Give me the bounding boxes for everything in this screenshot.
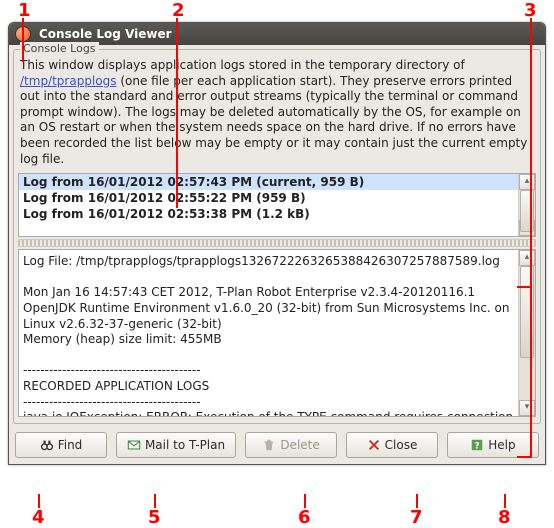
- log-dir-link[interactable]: /tmp/tprapplogs: [20, 74, 117, 88]
- callout-8: 8: [498, 507, 511, 528]
- log-list[interactable]: Log from 16/01/2012 02:57:43 PM (current…: [18, 173, 536, 237]
- list-scrollbar[interactable]: ▴ ▾: [518, 174, 535, 236]
- delete-label: Delete: [280, 438, 319, 452]
- mail-button[interactable]: Mail to T-Plan: [116, 432, 236, 458]
- callout-line: [154, 494, 156, 508]
- log-content-panel: Log File: /tmp/tprapplogs/tprapplogs1326…: [18, 249, 536, 417]
- x-icon: [367, 438, 381, 452]
- button-bar: Find Mail to T-Plan Delete Close: [13, 428, 541, 458]
- scroll-up-icon[interactable]: ▴: [519, 250, 535, 266]
- callout-5: 5: [148, 507, 161, 528]
- callout-4: 4: [32, 507, 45, 528]
- callout-3: 3: [524, 0, 537, 21]
- list-item[interactable]: Log from 16/01/2012 02:57:43 PM (current…: [19, 174, 518, 190]
- callout-7: 7: [410, 507, 423, 528]
- svg-text:?: ?: [475, 442, 480, 452]
- console-logs-group: Console Logs This window displays applic…: [13, 49, 541, 424]
- close-button[interactable]: Close: [346, 432, 438, 458]
- client-area: Console Logs This window displays applic…: [9, 45, 545, 464]
- callout-6: 6: [298, 507, 311, 528]
- callout-line: [504, 494, 506, 508]
- callout-line: [416, 494, 418, 508]
- scroll-track[interactable]: [519, 266, 535, 400]
- log-text[interactable]: Log File: /tmp/tprapplogs/tprapplogs1326…: [19, 250, 518, 416]
- callout-line: [38, 494, 40, 508]
- list-item[interactable]: Log from 16/01/2012 02:55:22 PM (959 B): [19, 190, 518, 206]
- list-item[interactable]: Log from 16/01/2012 02:53:38 PM (1.2 kB): [19, 206, 518, 222]
- mail-label: Mail to T-Plan: [145, 438, 225, 452]
- envelope-icon: [127, 438, 141, 452]
- callout-2: 2: [172, 0, 185, 21]
- scroll-thumb[interactable]: [520, 190, 534, 232]
- find-button[interactable]: Find: [15, 432, 107, 458]
- help-button[interactable]: ? Help: [447, 432, 539, 458]
- splitter-handle[interactable]: [18, 239, 536, 247]
- help-book-icon: ?: [470, 438, 484, 452]
- help-label: Help: [488, 438, 515, 452]
- close-icon[interactable]: [15, 26, 31, 42]
- scroll-track[interactable]: [519, 190, 535, 220]
- scroll-up-icon[interactable]: ▴: [519, 174, 535, 190]
- window: Console Log Viewer Console Logs This win…: [8, 22, 546, 465]
- group-label: Console Logs: [20, 42, 99, 55]
- find-label: Find: [58, 438, 83, 452]
- close-label: Close: [385, 438, 418, 452]
- log-list-rows: Log from 16/01/2012 02:57:43 PM (current…: [19, 174, 518, 236]
- scroll-thumb[interactable]: [520, 266, 534, 358]
- window-title: Console Log Viewer: [39, 27, 172, 41]
- delete-button: Delete: [245, 432, 337, 458]
- desc-pre: This window displays application logs st…: [20, 58, 465, 72]
- scroll-down-icon[interactable]: ▾: [519, 400, 535, 416]
- content-scrollbar[interactable]: ▴ ▾: [518, 250, 535, 416]
- description-text: This window displays application logs st…: [18, 54, 536, 173]
- binoculars-icon: [40, 438, 54, 452]
- callout-line: [304, 494, 306, 508]
- callout-1: 1: [18, 0, 31, 21]
- trash-icon: [262, 438, 276, 452]
